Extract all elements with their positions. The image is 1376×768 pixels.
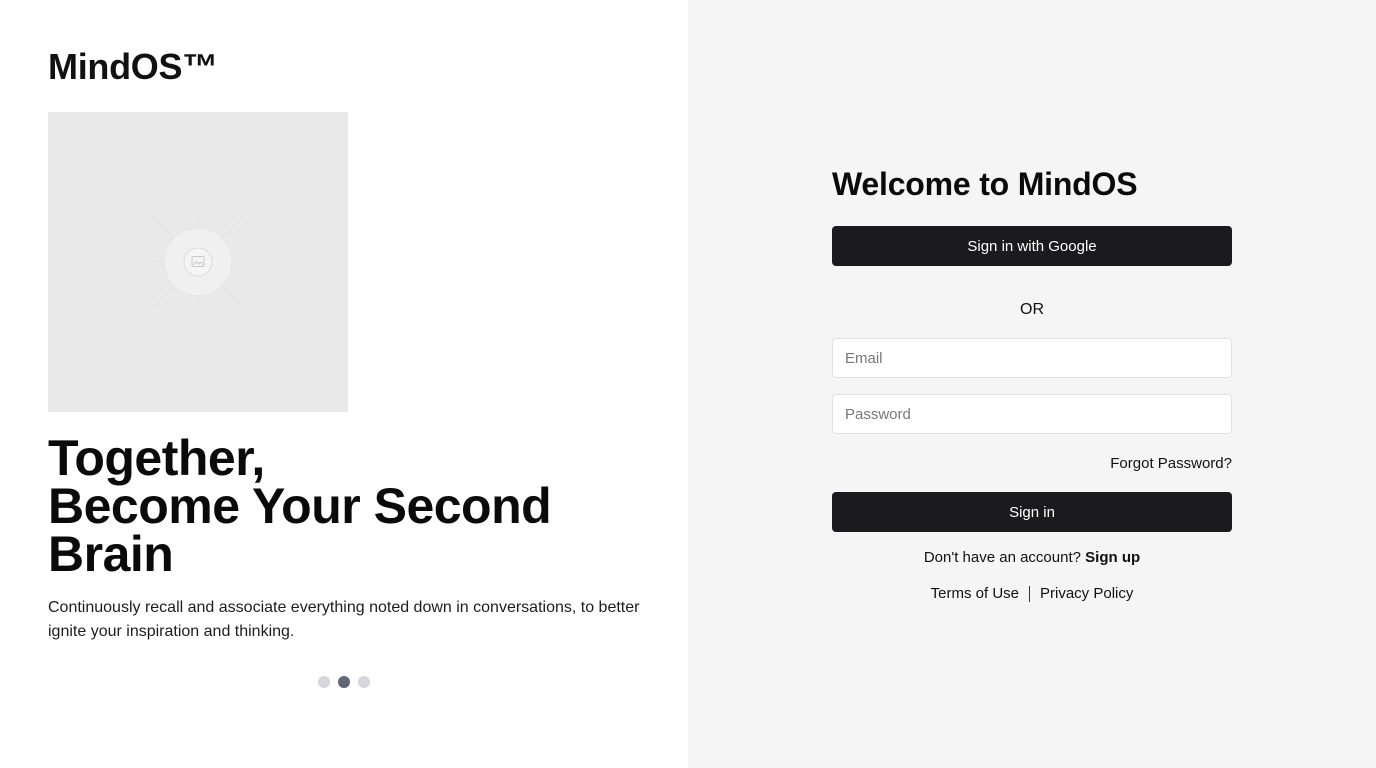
carousel-dots [318,676,370,688]
carousel-dot-3[interactable] [358,676,370,688]
login-panel: Welcome to MindOS Sign in with Google OR… [688,0,1376,768]
login-page: MindOS™ Together, Become Your Second Bra… [0,0,1376,768]
image-placeholder-icon [151,215,245,309]
no-account-text: Don't have an account? [923,549,1081,566]
carousel-dot-2[interactable] [338,676,350,688]
email-field[interactable] [832,338,1232,378]
google-signin-button[interactable]: Sign in with Google [832,226,1232,266]
privacy-policy-link[interactable]: Privacy Policy [1040,584,1133,604]
headline-line-1: Together, [48,430,265,486]
signin-button[interactable]: Sign in [832,492,1232,532]
password-field[interactable] [832,394,1232,434]
signup-link[interactable]: Sign up [1085,549,1140,566]
signup-row: Don't have an account? Sign up [832,548,1232,568]
hero-description: Continuously recall and associate everyt… [48,599,640,640]
marketing-panel: MindOS™ Together, Become Your Second Bra… [0,0,688,768]
headline-line-3: Brain [48,526,174,582]
terms-of-use-link[interactable]: Terms of Use [931,584,1019,604]
legal-divider [1029,586,1030,602]
login-form: Welcome to MindOS Sign in with Google OR… [832,166,1232,604]
hero-image-placeholder [48,112,348,412]
login-title: Welcome to MindOS [832,166,1138,202]
brand-logo: MindOS™ [48,46,218,87]
legal-links: Terms of Use Privacy Policy [832,584,1232,604]
forgot-password-link[interactable]: Forgot Password? [1110,455,1232,472]
forgot-password-row: Forgot Password? [832,454,1232,474]
hero-headline: Together, Become Your Second Brain [48,430,648,582]
headline-line-2: Become Your Second [48,478,552,534]
carousel-dot-1[interactable] [318,676,330,688]
or-divider-label: OR [1020,301,1044,318]
